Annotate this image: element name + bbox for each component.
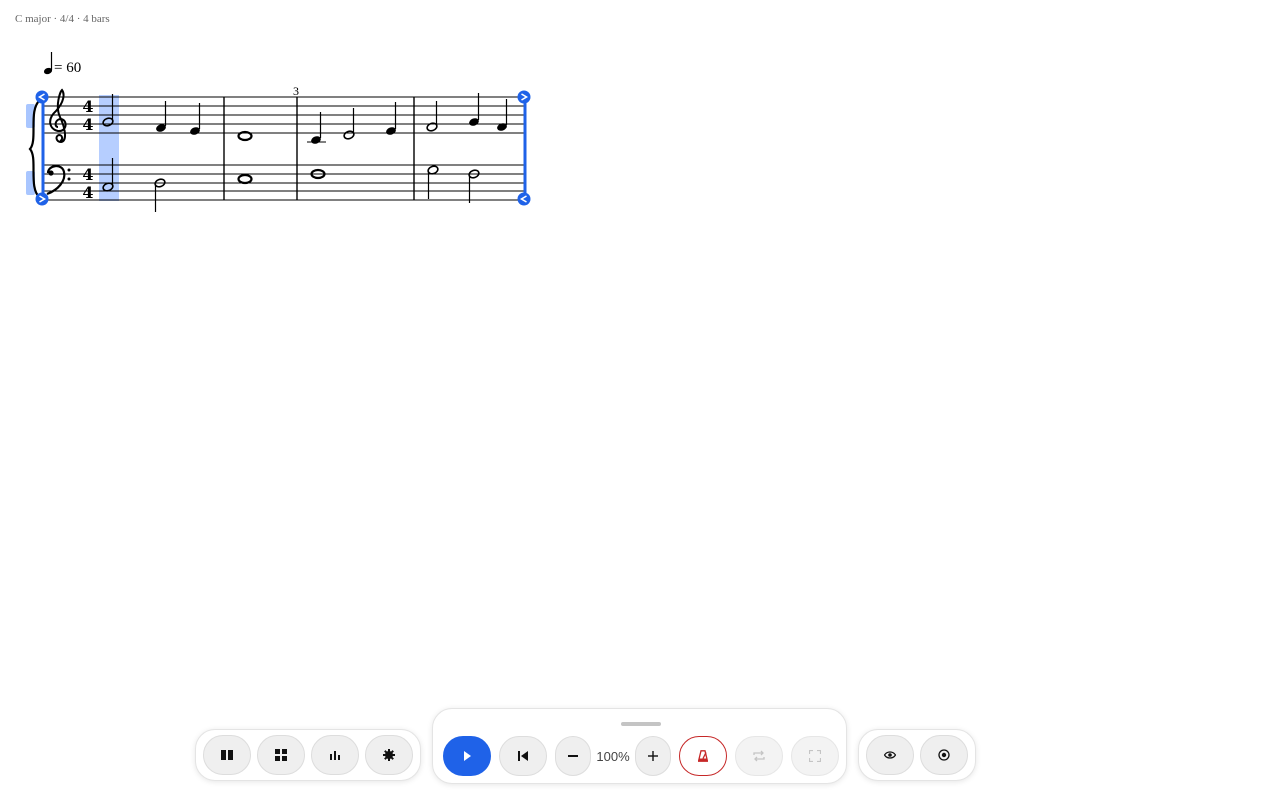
play-icon (464, 751, 471, 761)
loop-icon (753, 750, 765, 762)
eye-icon (884, 751, 896, 759)
zoom-in-button[interactable] (635, 736, 671, 776)
treble-notes[interactable] (102, 93, 508, 145)
selection-highlight (99, 95, 119, 201)
statistics-button[interactable] (311, 735, 359, 775)
bass-clef (46, 165, 71, 196)
selection-handle-bottom-right[interactable] (517, 192, 531, 206)
time-signature-lower: 4 (82, 183, 93, 202)
selection-handle-top-left[interactable] (35, 90, 49, 104)
selection-handle-bottom-left[interactable] (35, 192, 49, 206)
note-quarter[interactable] (307, 112, 326, 145)
time-signature-bass: 4 4 (82, 165, 93, 202)
score-canvas[interactable]: 4 4 4 4 = 60 3 (0, 0, 560, 230)
grid-view-icon (275, 749, 287, 761)
time-signature-upper: 4 (82, 97, 93, 116)
metronome-icon (698, 750, 708, 762)
tempo-text: = 60 (54, 60, 81, 76)
note-quarter[interactable] (189, 103, 201, 136)
grid-view-button[interactable] (257, 735, 305, 775)
barlines (42, 97, 415, 200)
gear-icon (383, 749, 395, 761)
time-signature-treble: 4 4 (82, 97, 93, 134)
time-signature-upper: 4 (82, 165, 93, 184)
fullscreen-button[interactable] (791, 736, 839, 776)
settings-button[interactable] (365, 735, 413, 775)
zoom-in-icon (648, 751, 658, 761)
skip-to-start-button[interactable] (499, 736, 547, 776)
tempo-marking: = 60 (43, 52, 81, 76)
fullscreen-icon (809, 750, 821, 762)
note-quarter[interactable] (468, 93, 480, 127)
note-quarter[interactable] (385, 102, 397, 136)
record-target-icon (938, 749, 950, 761)
loop-button[interactable] (735, 736, 783, 776)
time-signature-lower: 4 (82, 115, 93, 134)
single-page-view-icon (221, 750, 233, 760)
bar-chart-icon (330, 751, 340, 760)
display-toolbar (858, 729, 976, 781)
note-whole[interactable] (237, 173, 253, 185)
zoom-level: 100% (596, 748, 630, 764)
drag-handle[interactable] (621, 722, 661, 726)
zoom-out-button[interactable] (555, 736, 591, 776)
measure-number: 3 (293, 84, 299, 98)
metronome-button[interactable] (679, 736, 727, 776)
record-button[interactable] (920, 735, 968, 775)
selection-handle-top-right[interactable] (517, 90, 531, 104)
visibility-button[interactable] (866, 735, 914, 775)
skip-to-start-icon (517, 751, 528, 761)
note-half[interactable] (427, 165, 439, 199)
bass-notes[interactable] (102, 158, 480, 212)
single-page-view-button[interactable] (203, 735, 251, 775)
playback-toolbar: 100% (432, 708, 847, 784)
view-toolbar (195, 729, 421, 781)
treble-clef (49, 88, 67, 144)
play-button[interactable] (443, 736, 491, 776)
zoom-out-icon (568, 755, 578, 757)
note-quarter[interactable] (496, 99, 508, 132)
